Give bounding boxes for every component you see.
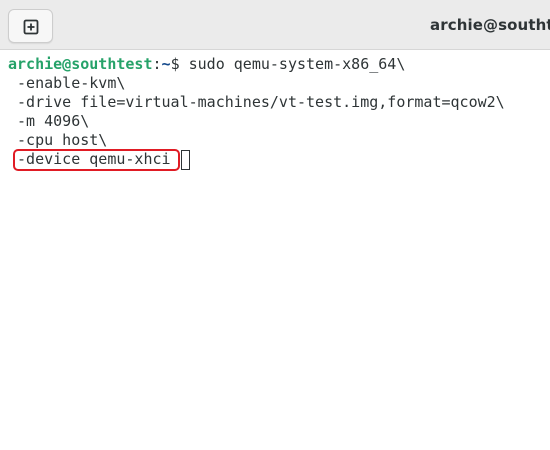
highlight-annotation bbox=[13, 149, 180, 171]
continuation-line: -cpu host\ bbox=[8, 131, 108, 149]
new-tab-button[interactable] bbox=[8, 9, 53, 43]
prompt-path: ~ bbox=[161, 55, 171, 73]
command-line: archie@southtest:~$ sudo qemu-system-x86… bbox=[8, 55, 405, 74]
title-bar: archie@southtest bbox=[0, 0, 550, 50]
prompt-symbol: $ bbox=[170, 55, 189, 73]
continuation-line: -enable-kvm\ bbox=[8, 74, 126, 92]
window-title: archie@southtest bbox=[430, 16, 550, 34]
prompt-separator: : bbox=[152, 55, 162, 73]
command-text: sudo qemu-system-x86_64\ bbox=[188, 55, 406, 73]
terminal-window: archie@southtest archie@southtest:~$ sud… bbox=[0, 0, 550, 450]
continuation-line: -drive file=virtual-machines/vt-test.img… bbox=[8, 93, 505, 111]
new-tab-icon bbox=[23, 19, 39, 35]
text-cursor bbox=[181, 150, 190, 170]
continuation-line: -m 4096\ bbox=[8, 112, 90, 130]
terminal-output[interactable]: archie@southtest:~$ sudo qemu-system-x86… bbox=[0, 50, 550, 450]
prompt-user-host: archie@southtest bbox=[8, 55, 153, 73]
